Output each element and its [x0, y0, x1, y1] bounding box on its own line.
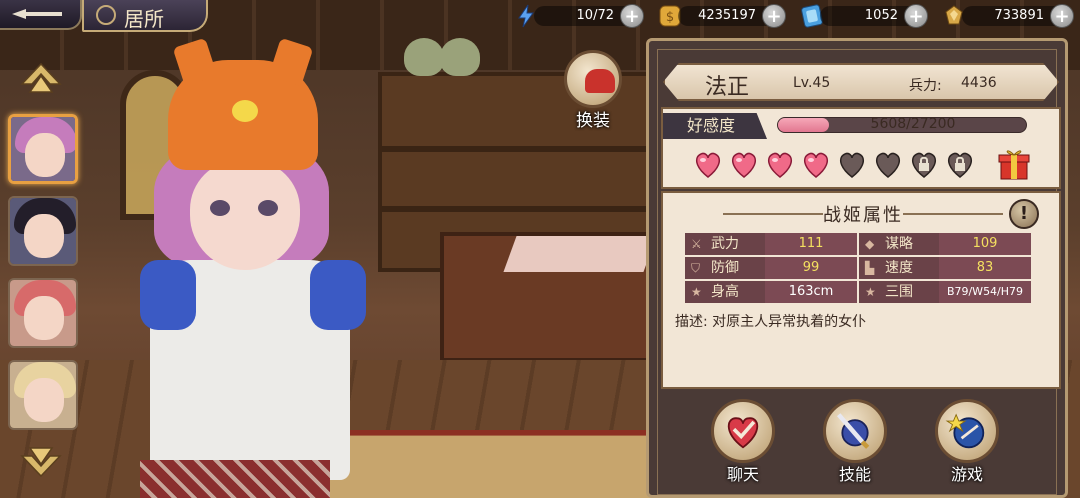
- stat-value: 163cm: [765, 281, 857, 303]
- skill-button[interactable]: 技能: [821, 399, 889, 493]
- blonde-hair-girl-portrait: [24, 378, 64, 422]
- vase: [404, 38, 444, 76]
- scroll-up-arrow-icon[interactable]: [20, 62, 62, 96]
- back-arrow-icon: [12, 9, 62, 19]
- gift-box-icon[interactable]: [997, 147, 1031, 181]
- heart-chat-icon: [727, 417, 759, 449]
- gold-counter: $ 4235197 +: [658, 4, 786, 28]
- sword-shield-icon: [836, 413, 870, 449]
- character-sleeve: [140, 260, 196, 330]
- scroll-down-arrow-icon[interactable]: [20, 444, 62, 478]
- attributes-title: 战姬属性: [823, 205, 903, 226]
- attributes-section: 战姬属性 ! 武力 ⚔ 111 谋略 ◆ 109 防御 ⛉ 99 速度 ▙ 83…: [661, 191, 1061, 389]
- title-plate: 居所: [82, 0, 208, 32]
- outfit-hat-icon: [585, 69, 615, 93]
- gold-value: 4235197: [698, 8, 756, 23]
- stamina-value: 10/72: [576, 8, 614, 23]
- heart-full-icon: [767, 152, 793, 178]
- star-icon: ★: [691, 285, 702, 299]
- svg-text:$: $: [666, 10, 674, 25]
- character-roster: [0, 34, 90, 498]
- stat-value: 83: [939, 257, 1031, 279]
- character-info-panel: 法正 Lv.45 兵力: 4436 好感度 5608/27200 战姬属性 ! …: [646, 38, 1068, 498]
- roster-portrait-3[interactable]: [8, 278, 78, 348]
- token-value: 733891: [994, 8, 1044, 23]
- add-stamina-button[interactable]: +: [620, 4, 644, 28]
- character-eye: [210, 200, 230, 216]
- add-token-button[interactable]: +: [1050, 4, 1074, 28]
- plaid-skirt: [140, 460, 330, 498]
- character-illustration[interactable]: [140, 60, 400, 498]
- shield-icon: ⛉: [691, 261, 701, 275]
- strategy-icon: ◆: [865, 237, 875, 251]
- affinity-hearts: [693, 147, 1033, 183]
- affinity-label: 好感度: [663, 113, 767, 139]
- change-outfit-button[interactable]: 换装: [560, 50, 626, 131]
- sword-icon: ⚔: [691, 237, 702, 251]
- heart-full-icon: [803, 152, 829, 178]
- roster-portrait-1[interactable]: [8, 114, 78, 184]
- add-gold-button[interactable]: +: [762, 4, 786, 28]
- character-level: Lv.45: [793, 75, 831, 91]
- character-face: [190, 160, 300, 270]
- heart-empty-icon: [839, 152, 865, 178]
- roster-portrait-4[interactable]: [8, 360, 78, 430]
- stat-value: 111: [765, 233, 857, 255]
- heart-locked-icon: [947, 152, 973, 178]
- change-outfit-label: 换装: [576, 111, 610, 131]
- add-gem-button[interactable]: +: [904, 4, 928, 28]
- stamina-counter: 10/72 +: [514, 4, 644, 28]
- skill-label: 技能: [838, 465, 871, 484]
- top-bar: 居所 10/72 + $ 4235197 + 1052 + 733891 +: [0, 0, 1080, 34]
- character-name: 法正: [705, 75, 750, 100]
- character-eye: [258, 200, 278, 216]
- stat-value: B79/W54/H79: [939, 281, 1031, 303]
- back-button[interactable]: [0, 0, 82, 30]
- duck-pin-icon: [232, 100, 258, 122]
- red-hair-girl-portrait: [24, 296, 64, 340]
- affinity-value: 5608/27200: [870, 116, 956, 132]
- description: 描述: 对原主人异常执着的女仆: [675, 311, 866, 331]
- heart-empty-icon: [875, 152, 901, 178]
- vase: [440, 38, 480, 76]
- pink-hair-girl-portrait: [25, 133, 65, 177]
- chat-button[interactable]: 聊天: [709, 399, 777, 493]
- power-value: 4436: [961, 75, 997, 91]
- star-icon: ★: [865, 285, 876, 299]
- title-ornament-icon: [96, 5, 116, 25]
- gem-value: 1052: [864, 8, 898, 23]
- stat-value: 109: [939, 233, 1031, 255]
- token-counter: 733891 +: [942, 4, 1074, 28]
- name-bar: 法正 Lv.45 兵力: 4436: [663, 63, 1059, 101]
- heart-full-icon: [695, 152, 721, 178]
- black-hair-girl-portrait: [24, 214, 64, 258]
- description-text: 对原主人异常执着的女仆: [712, 314, 867, 330]
- heart-full-icon: [731, 152, 757, 178]
- chat-label: 聊天: [726, 465, 759, 484]
- character-sleeve: [310, 260, 366, 330]
- affinity-section: 好感度 5608/27200: [661, 107, 1061, 189]
- game-button[interactable]: 游戏: [933, 399, 1001, 493]
- boot-icon: ▙: [865, 261, 875, 275]
- power-label: 兵力:: [909, 78, 942, 94]
- roster-portrait-2[interactable]: [8, 196, 78, 266]
- stars-game-icon: [945, 413, 985, 449]
- page-title: 居所: [124, 7, 164, 31]
- stat-value: 99: [765, 257, 857, 279]
- info-button[interactable]: !: [1009, 199, 1039, 229]
- gem-counter: 1052 +: [800, 4, 928, 28]
- game-label: 游戏: [950, 465, 983, 484]
- map-paper: [503, 236, 657, 272]
- description-label: 描述:: [675, 314, 708, 330]
- heart-locked-icon: [911, 152, 937, 178]
